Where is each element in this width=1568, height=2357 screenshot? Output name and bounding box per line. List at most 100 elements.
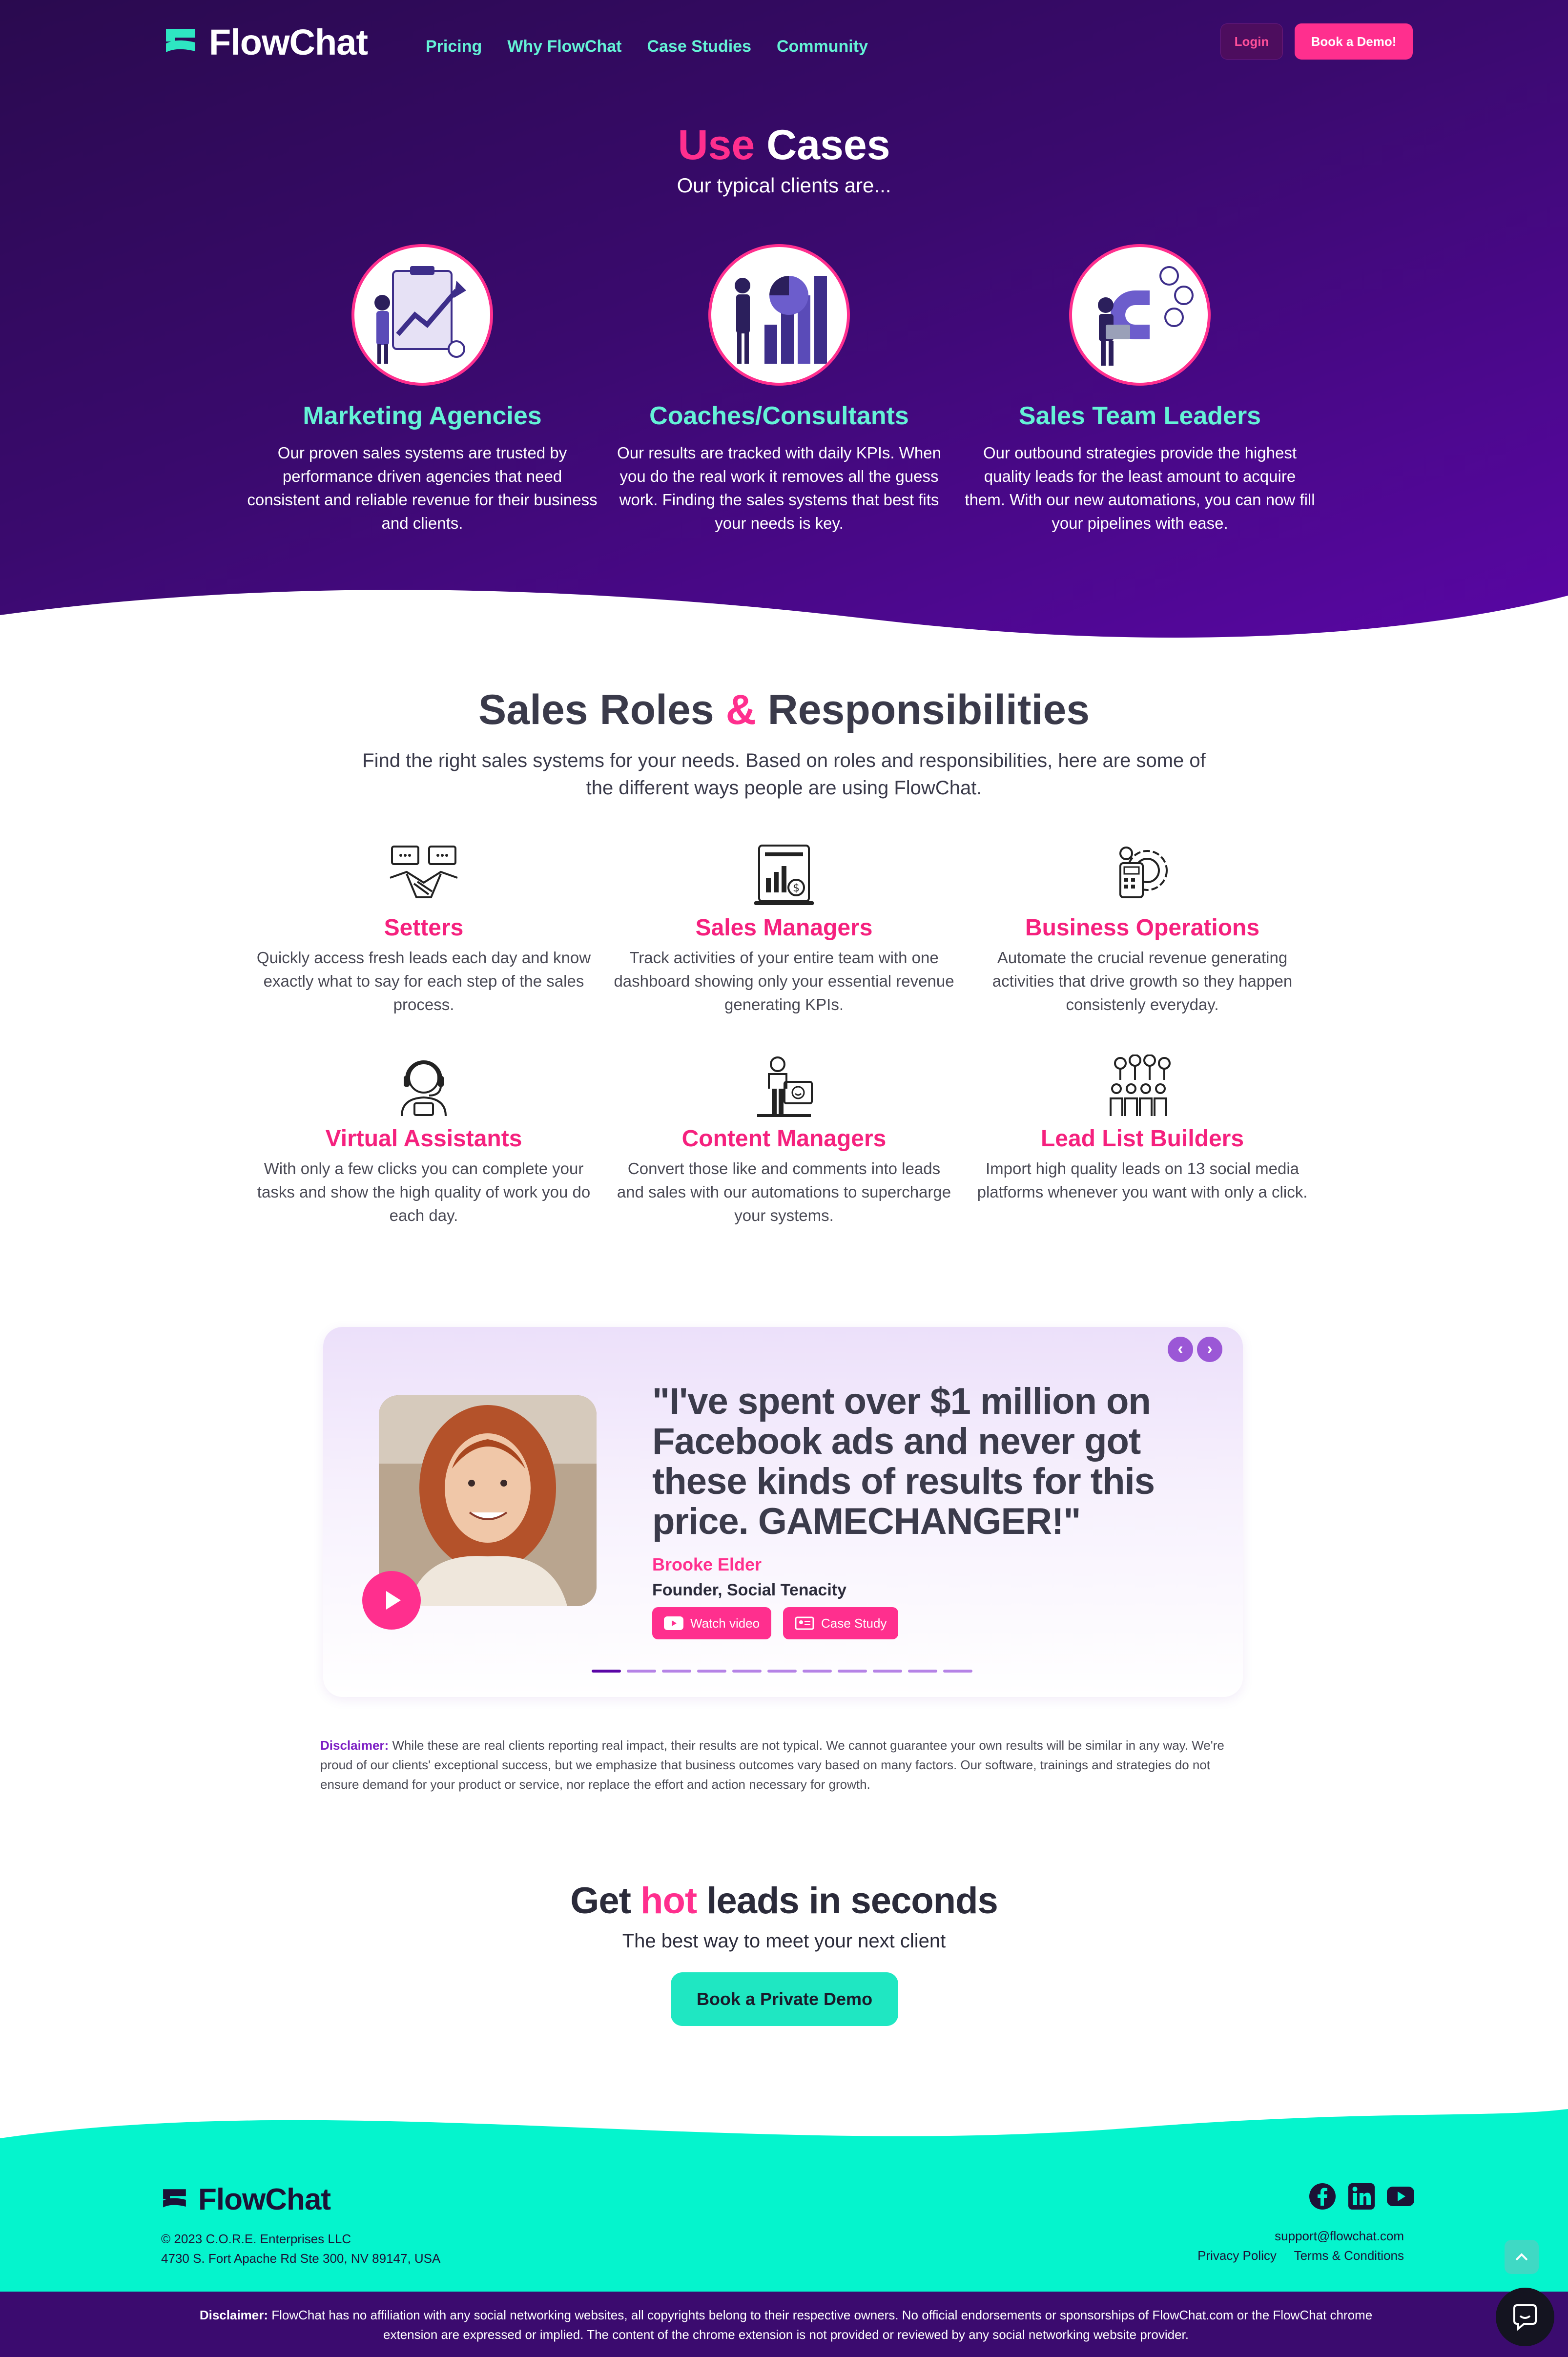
headset-icon [401, 1060, 447, 1116]
growth-chart-icon [374, 266, 466, 364]
carousel-next-button[interactable]: › [1197, 1337, 1222, 1362]
footer-address: 4730 S. Fort Apache Rd Ste 300, NV 89147… [161, 2251, 441, 2266]
flowchat-logo-icon [163, 2189, 186, 2208]
use-cases-title-pink: Use [678, 122, 755, 168]
marketing-illustration [351, 244, 493, 386]
facebook-icon[interactable] [1308, 2182, 1337, 2211]
role-heading: Lead List Builders [1040, 1126, 1244, 1152]
watch-video-button[interactable]: Watch video [652, 1607, 772, 1639]
handshake-icon [390, 846, 458, 898]
terms-link[interactable]: Terms & Conditions [1294, 2248, 1404, 2263]
cta-title-b: leads in seconds [706, 1880, 998, 1922]
carousel-dot[interactable] [803, 1670, 832, 1673]
carousel-dot[interactable] [627, 1670, 656, 1673]
role-text: Import high quality leads on 13 social m… [977, 1159, 1308, 1201]
chat-bubble-icon [1513, 2304, 1537, 2331]
carousel-dot[interactable] [873, 1670, 902, 1673]
gear-calculator-icon [1119, 847, 1168, 898]
testimonial-quote: "I've spent over $1 million on Facebook … [652, 1381, 1155, 1542]
presenter-icon [757, 1056, 813, 1117]
footer-email-link[interactable]: support@flowchat.com [1074, 2226, 1404, 2246]
dashboard-icon: $ [754, 845, 814, 905]
social-links [1308, 2182, 1415, 2211]
flowchat-logo[interactable]: FlowChat [164, 21, 368, 63]
book-demo-button[interactable]: Book a Demo! [1295, 23, 1413, 60]
nav-link-pricing[interactable]: Pricing [426, 37, 482, 56]
use-case-coaches: Coaches/Consultants Our results are trac… [603, 244, 955, 535]
role-text: Track activities of your entire team wit… [614, 949, 954, 1013]
bar-pie-chart-icon [735, 276, 827, 364]
roles-title-amp: & [725, 686, 756, 733]
role-text: Automate the crucial revenue generating … [992, 949, 1293, 1013]
roles-title-a: Sales Roles [478, 686, 714, 733]
play-video-button[interactable] [362, 1571, 421, 1630]
carousel-dot[interactable] [592, 1670, 621, 1673]
nav-link-case-studies[interactable]: Case Studies [647, 37, 751, 56]
role-business-operations: Business Operations Automate the crucial… [971, 844, 1313, 1016]
youtube-icon[interactable] [1386, 2182, 1415, 2211]
role-heading: Setters [384, 915, 464, 941]
carousel-dot[interactable] [838, 1670, 867, 1673]
case-study-button[interactable]: Case Study [783, 1607, 899, 1639]
people-pins-icon [1110, 1054, 1171, 1116]
use-case-sales-team-leaders: Sales Team Leaders Our outbound strategi… [964, 244, 1316, 535]
roles-title-b: Responsibilities [767, 686, 1090, 733]
use-case-marketing-agencies: Marketing Agencies Our proven sales syst… [247, 244, 598, 535]
footer-links: support@flowchat.com Privacy Policy Term… [1074, 2226, 1404, 2265]
top-nav: FlowChat Pricing Why FlowChat Case Studi… [0, 0, 1568, 83]
role-virtual-assistants: Virtual Assistants With only a few click… [253, 1054, 595, 1227]
use-cases-subtitle: Our typical clients are... [677, 174, 891, 197]
role-setters: Setters Quickly access fresh leads each … [253, 844, 595, 1016]
carousel-dot[interactable] [908, 1670, 937, 1673]
hero-wave [0, 590, 1568, 664]
carousel-dot[interactable] [662, 1670, 691, 1673]
svg-text:$: $ [793, 882, 800, 894]
footer-logo[interactable]: FlowChat [161, 2182, 331, 2217]
person-photo-image [379, 1395, 597, 1606]
role-heading: Business Operations [1025, 915, 1260, 941]
use-case-text: Our proven sales systems are trusted by … [247, 444, 598, 532]
use-case-heading: Coaches/Consultants [649, 402, 909, 430]
linkedin-icon[interactable] [1347, 2182, 1376, 2211]
role-content-managers: Content Managers Convert those like and … [613, 1054, 955, 1227]
nav-links: Pricing Why FlowChat Case Studies Commun… [426, 37, 868, 56]
sales-leaders-illustration [1069, 244, 1211, 386]
chevron-up-icon [1515, 2253, 1528, 2261]
role-heading: Content Managers [681, 1126, 887, 1152]
scroll-to-top-button[interactable] [1505, 2240, 1539, 2274]
results-disclaimer: Disclaimer: While these are real clients… [320, 1736, 1238, 1794]
login-button[interactable]: Login [1220, 23, 1283, 60]
footer-copyright: © 2023 C.O.R.E. Enterprises LLC [161, 2232, 351, 2246]
cta-title-hot: hot [640, 1880, 697, 1922]
bottom-disclaimer: Disclaimer: FlowChat has no affiliation … [176, 2305, 1396, 2344]
disclaimer-text: While these are real clients reporting r… [320, 1738, 1224, 1792]
use-cases-title: Use Cases [0, 121, 1568, 169]
use-case-text: Our outbound strategies provide the high… [965, 444, 1315, 532]
nav-link-community[interactable]: Community [777, 37, 868, 56]
nav-link-why-flowchat[interactable]: Why FlowChat [507, 37, 621, 56]
cta-subtitle: The best way to meet your next client [622, 1930, 946, 1952]
role-text: With only a few clicks you can complete … [257, 1159, 591, 1224]
use-case-heading: Marketing Agencies [303, 402, 542, 430]
chat-widget-button[interactable] [1496, 2288, 1554, 2346]
role-lead-list-builders: Lead List Builders Import high quality l… [971, 1054, 1313, 1204]
carousel-dot[interactable] [697, 1670, 726, 1673]
carousel-dot[interactable] [767, 1670, 797, 1673]
role-sales-managers: $ Sales Managers Track activities of you… [613, 844, 955, 1016]
role-heading: Sales Managers [695, 915, 873, 941]
testimonial-role: Founder, Social Tenacity [652, 1581, 847, 1599]
testimonial-name: Brooke Elder [652, 1554, 762, 1574]
roles-title: Sales Roles & Responsibilities [0, 686, 1568, 734]
watch-video-label: Watch video [690, 1615, 760, 1631]
carousel-prev-button[interactable]: ‹ [1168, 1337, 1193, 1362]
privacy-policy-link[interactable]: Privacy Policy [1197, 2248, 1277, 2263]
roles-subtitle: Find the right sales systems for your ne… [362, 750, 1206, 799]
testimonial-photo [379, 1395, 597, 1606]
role-text: Quickly access fresh leads each day and … [256, 949, 591, 1013]
carousel-dot[interactable] [943, 1670, 972, 1673]
disclaimer-label: Disclaimer: [320, 1738, 389, 1753]
carousel-dot[interactable] [732, 1670, 762, 1673]
case-study-label: Case Study [821, 1615, 887, 1631]
book-private-demo-button[interactable]: Book a Private Demo [671, 1972, 898, 2026]
use-case-heading: Sales Team Leaders [1018, 402, 1261, 430]
